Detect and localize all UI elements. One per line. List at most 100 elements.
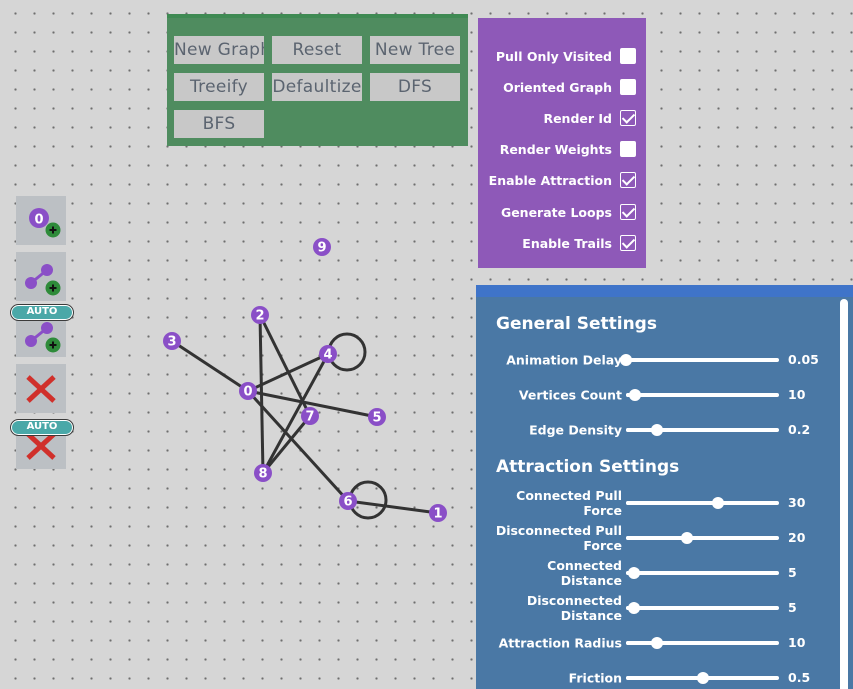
slider-knob[interactable] bbox=[629, 389, 642, 401]
setting-value: 0.05 bbox=[788, 352, 819, 367]
slider-knob[interactable] bbox=[620, 354, 632, 366]
vertex-1[interactable]: 1 bbox=[429, 504, 447, 522]
vertex-5[interactable]: 5 bbox=[368, 408, 386, 426]
setting-value: 5 bbox=[788, 600, 797, 615]
generate-loops-checkbox[interactable] bbox=[620, 204, 636, 220]
option-generate-loops[interactable]: Generate Loops bbox=[501, 202, 636, 222]
settings-scrollbar[interactable] bbox=[840, 299, 848, 689]
setting-disconnected-distance: Disconnected Distance 5 bbox=[476, 591, 836, 625]
add-vertex-icon-label: 0 bbox=[34, 213, 43, 228]
setting-label: Connected Pull Force bbox=[516, 488, 622, 518]
setting-value: 30 bbox=[788, 495, 806, 510]
slider-fill bbox=[626, 536, 688, 540]
disconnected-pull-force-slider[interactable] bbox=[626, 532, 779, 544]
animation-delay-slider[interactable] bbox=[620, 354, 779, 366]
setting-friction: Friction 0.5 bbox=[476, 661, 836, 689]
edge-density-slider[interactable] bbox=[626, 424, 779, 436]
option-enable-trails[interactable]: Enable Trails bbox=[522, 233, 636, 253]
vertex-id-label: 7 bbox=[305, 410, 314, 425]
defaultize-button[interactable]: Defaultize bbox=[272, 73, 362, 101]
friction-slider[interactable] bbox=[626, 672, 779, 684]
attraction-radius-slider[interactable] bbox=[626, 637, 779, 649]
vertex-3[interactable]: 3 bbox=[163, 332, 181, 350]
reset-button[interactable]: Reset bbox=[272, 36, 362, 64]
vertex-id-label: 8 bbox=[258, 467, 267, 482]
options-panel: Pull Only Visited Oriented Graph Render … bbox=[478, 18, 646, 268]
setting-label: Vertices Count bbox=[518, 387, 622, 403]
bfs-button[interactable]: BFS bbox=[174, 110, 264, 138]
setting-value: 0.2 bbox=[788, 422, 811, 437]
setting-connected-pull-force: Connected Pull Force 30 bbox=[476, 486, 836, 520]
pull-only-visited-checkbox[interactable] bbox=[620, 48, 636, 64]
graph-actions-panel: New Graph Reset New Tree Treeify Default… bbox=[167, 14, 468, 146]
vertex-7[interactable]: 7 bbox=[301, 407, 319, 425]
setting-disconnected-pull-force: Disconnected Pull Force 20 bbox=[476, 521, 836, 555]
vertex-8[interactable]: 8 bbox=[254, 464, 272, 482]
add-edge-icon bbox=[25, 264, 61, 296]
vertex-id-label: 2 bbox=[255, 309, 264, 324]
new-graph-button[interactable]: New Graph bbox=[174, 36, 264, 64]
vertex-id-label: 5 bbox=[372, 411, 381, 426]
treeify-button[interactable]: Treeify bbox=[174, 73, 264, 101]
option-label: Generate Loops bbox=[500, 204, 612, 220]
setting-label: Edge Density bbox=[529, 422, 622, 438]
setting-value: 20 bbox=[788, 530, 806, 545]
vertex-4[interactable]: 4 bbox=[319, 345, 337, 363]
vertex-id-label: 0 bbox=[243, 385, 252, 400]
oriented-graph-checkbox[interactable] bbox=[620, 79, 636, 95]
settings-panel: General Settings Animation Delay 0.05 Vert… bbox=[476, 285, 853, 689]
slider-knob[interactable] bbox=[627, 567, 640, 579]
vertex-id-label: 6 bbox=[343, 495, 352, 510]
setting-value: 10 bbox=[788, 387, 806, 402]
setting-label: Friction bbox=[568, 670, 622, 686]
general-settings-title: General Settings bbox=[496, 314, 657, 334]
setting-edge-density: Edge Density 0.2 bbox=[476, 413, 836, 447]
delete-tool[interactable] bbox=[16, 364, 66, 413]
slider-fill bbox=[626, 501, 718, 505]
connected-pull-force-slider[interactable] bbox=[626, 497, 779, 509]
setting-label: Disconnected Distance bbox=[526, 593, 622, 623]
setting-label: Disconnected Pull Force bbox=[495, 523, 622, 553]
setting-connected-distance: Connected Distance 5 bbox=[476, 556, 836, 590]
enable-attraction-checkbox[interactable] bbox=[620, 172, 636, 188]
option-label: Oriented Graph bbox=[503, 79, 612, 95]
edge-7-8 bbox=[261, 415, 312, 474]
disconnected-distance-slider[interactable] bbox=[626, 602, 779, 614]
render-weights-checkbox[interactable] bbox=[620, 141, 636, 157]
add-edge-tool[interactable] bbox=[16, 252, 66, 301]
delete-x-icon bbox=[26, 375, 56, 403]
dfs-button[interactable]: DFS bbox=[370, 73, 460, 101]
option-render-id[interactable]: Render Id bbox=[543, 108, 636, 128]
option-label: Render Weights bbox=[499, 141, 612, 157]
setting-attraction-radius: Attraction Radius 10 bbox=[476, 626, 836, 660]
render-id-checkbox[interactable] bbox=[620, 110, 636, 126]
setting-label: Attraction Radius bbox=[498, 635, 622, 651]
slider-knob[interactable] bbox=[696, 672, 709, 684]
option-enable-attraction[interactable]: Enable Attraction bbox=[489, 170, 636, 190]
slider-fill bbox=[626, 676, 703, 680]
slider-knob[interactable] bbox=[627, 602, 640, 614]
option-label: Enable Trails bbox=[522, 235, 612, 251]
setting-value: 10 bbox=[788, 635, 806, 650]
vertex-6[interactable]: 6 bbox=[339, 492, 357, 510]
add-vertex-icon: 0 bbox=[29, 208, 61, 238]
connected-distance-slider[interactable] bbox=[626, 567, 779, 579]
add-vertex-tool[interactable]: 0 bbox=[16, 196, 66, 245]
option-pull-only-visited[interactable]: Pull Only Visited bbox=[496, 46, 636, 66]
slider-knob[interactable] bbox=[681, 532, 694, 544]
new-tree-button[interactable]: New Tree bbox=[370, 36, 460, 64]
option-label: Enable Attraction bbox=[488, 172, 612, 188]
auto-badge: AUTO bbox=[10, 304, 74, 321]
vertices-count-slider[interactable] bbox=[626, 389, 779, 401]
vertex-9[interactable]: 9 bbox=[313, 238, 331, 256]
slider-knob[interactable] bbox=[650, 424, 663, 436]
slider-knob[interactable] bbox=[650, 637, 663, 649]
slider-knob[interactable] bbox=[711, 497, 724, 509]
edge-2-8 bbox=[258, 314, 265, 474]
option-render-weights[interactable]: Render Weights bbox=[500, 139, 636, 159]
vertex-2[interactable]: 2 bbox=[251, 306, 269, 324]
vertex-0[interactable]: 0 bbox=[239, 382, 257, 400]
edge-0-3 bbox=[171, 339, 249, 393]
option-oriented-graph[interactable]: Oriented Graph bbox=[503, 77, 636, 97]
enable-trails-checkbox[interactable] bbox=[620, 235, 636, 251]
